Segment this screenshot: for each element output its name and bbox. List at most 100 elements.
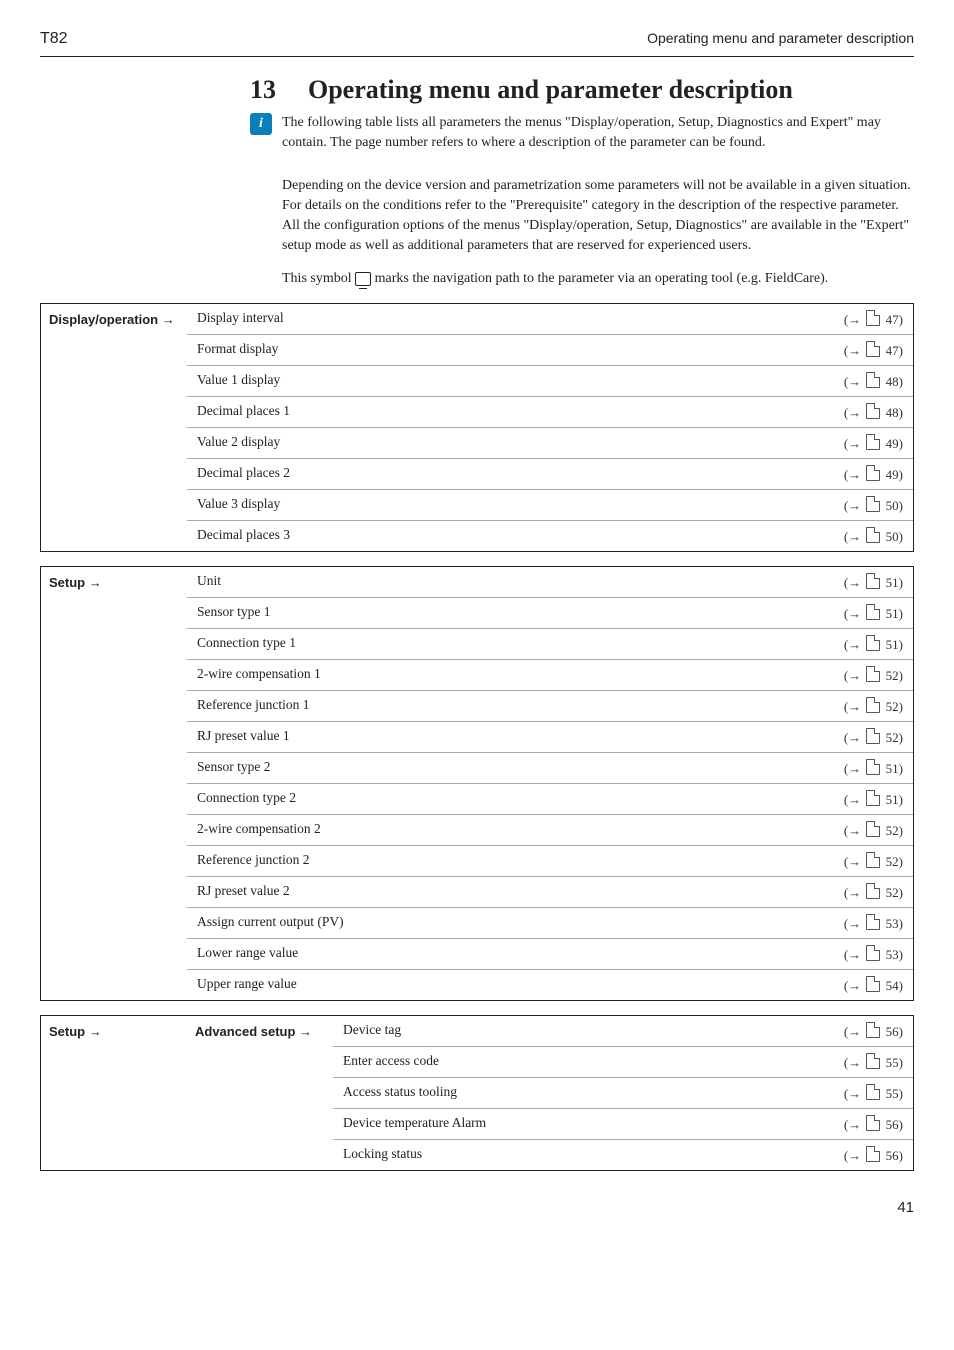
parameter-row: Value 3 display (→ 50) (187, 490, 913, 521)
parameter-name: Lower range value (197, 945, 298, 963)
parameter-row: Assign current output (PV) (→ 53) (187, 908, 913, 939)
page-ref: (→ 55) (844, 1084, 903, 1102)
parameter-name: Upper range value (197, 976, 297, 994)
parameter-name: Format display (197, 341, 278, 359)
page-icon (866, 604, 880, 620)
parameter-row: Display interval (→ 47) (187, 304, 913, 335)
intro-p1: The following table lists all parameters… (282, 113, 914, 154)
page-icon (866, 527, 880, 543)
page-ref: (→ 52) (844, 697, 903, 715)
page-ref: (→ 52) (844, 821, 903, 839)
page-icon (866, 1115, 880, 1131)
page-icon (866, 728, 880, 744)
parameter-name: Connection type 1 (197, 635, 296, 653)
page-icon (866, 883, 880, 899)
page-ref: (→ 52) (844, 852, 903, 870)
chapter-heading: 13 Operating menu and parameter descripti… (250, 75, 914, 105)
parameter-name: Decimal places 2 (197, 465, 290, 483)
parameter-row: RJ preset value 1 (→ 52) (187, 722, 913, 753)
parameter-name: Sensor type 2 (197, 759, 271, 777)
parameter-name: Device temperature Alarm (343, 1115, 486, 1133)
parameter-row: Device tag(→ 56) (333, 1016, 913, 1047)
parameter-row: Format display (→ 47) (187, 335, 913, 366)
menu-table: Setup →Unit(→ 51)Sensor type 1(→ 51)Conn… (40, 566, 914, 1001)
page-icon (866, 1022, 880, 1038)
parameter-name: Assign current output (PV) (197, 914, 344, 932)
page-ref: (→ 47) (844, 341, 903, 359)
page-icon (866, 573, 880, 589)
page-ref: (→ 52) (844, 883, 903, 901)
page-ref: (→ 47) (844, 310, 903, 328)
intro-p3: This symbol marks the navigation path to… (250, 269, 914, 289)
page-icon (866, 790, 880, 806)
menu-category: Display/operation → (41, 304, 187, 551)
page-icon (866, 310, 880, 326)
page-icon (866, 496, 880, 512)
parameter-name: Device tag (343, 1022, 401, 1040)
parameter-row: Decimal places 3 (→ 50) (187, 521, 913, 551)
parameter-row: Device temperature Alarm (→ 56) (333, 1109, 913, 1140)
parameter-name: Reference junction 1 (197, 697, 309, 715)
page-icon (866, 666, 880, 682)
page-icon (866, 635, 880, 651)
parameter-name: Decimal places 1 (197, 403, 290, 421)
parameter-row: Value 1 display (→ 48) (187, 366, 913, 397)
parameter-name: Display interval (197, 310, 284, 328)
menu-subcategory: Advanced setup → (187, 1016, 333, 1170)
page-ref: (→ 50) (844, 496, 903, 514)
menu-table: Setup →Advanced setup →Device tag(→ 56)E… (40, 1015, 914, 1171)
parameter-name: Value 3 display (197, 496, 280, 514)
parameter-row: Connection type 2(→ 51) (187, 784, 913, 815)
page-ref: (→ 53) (844, 945, 903, 963)
parameter-row: Enter access code(→ 55) (333, 1047, 913, 1078)
parameter-name: Decimal places 3 (197, 527, 290, 545)
page-icon (866, 341, 880, 357)
parameter-row: Decimal places 1 (→ 48) (187, 397, 913, 428)
parameter-row: RJ preset value 2(→ 52) (187, 877, 913, 908)
parameter-row: Upper range value (→ 54) (187, 970, 913, 1000)
parameter-name: Access status tooling (343, 1084, 457, 1102)
page-ref: (→ 56) (844, 1146, 903, 1164)
parameter-name: RJ preset value 1 (197, 728, 290, 746)
page-icon (866, 1084, 880, 1100)
parameter-name: Value 2 display (197, 434, 280, 452)
parameter-row: 2-wire compensation 2(→ 52) (187, 815, 913, 846)
chapter-number: 13 (250, 75, 276, 104)
page-ref: (→ 50) (844, 527, 903, 545)
page-icon (866, 403, 880, 419)
parameter-row: Sensor type 2(→ 51) (187, 753, 913, 784)
page-icon (866, 852, 880, 868)
page-icon (866, 372, 880, 388)
parameter-row: Value 2 display(→ 49) (187, 428, 913, 459)
page-ref: (→ 48) (844, 372, 903, 390)
page-icon (866, 976, 880, 992)
doc-id: T82 (40, 30, 68, 48)
parameter-row: Reference junction 1 (→ 52) (187, 691, 913, 722)
parameter-row: Connection type 1(→ 51) (187, 629, 913, 660)
monitor-icon (355, 272, 371, 286)
parameter-name: Reference junction 2 (197, 852, 309, 870)
page-icon (866, 1146, 880, 1162)
parameter-row: Lower range value (→ 53) (187, 939, 913, 970)
parameter-name: 2-wire compensation 1 (197, 666, 321, 684)
page-ref: (→ 53) (844, 914, 903, 932)
page-icon (866, 434, 880, 450)
page-ref: (→ 52) (844, 728, 903, 746)
page-icon (866, 821, 880, 837)
menu-category: Setup → (41, 1016, 187, 1170)
parameter-name: Unit (197, 573, 221, 591)
page-ref: (→ 54) (844, 976, 903, 994)
parameter-name: Value 1 display (197, 372, 280, 390)
chapter-title: Operating menu and parameter description (308, 75, 793, 104)
page-icon (866, 1053, 880, 1069)
page-icon (866, 697, 880, 713)
page-icon (866, 914, 880, 930)
page-ref: (→ 48) (844, 403, 903, 421)
parameter-row: Sensor type 1 (→ 51) (187, 598, 913, 629)
menu-table: Display/operation → Display interval (→ 47… (40, 303, 914, 552)
page-ref: (→ 56) (844, 1115, 903, 1133)
parameter-row: Locking status(→ 56) (333, 1140, 913, 1170)
page-ref: (→ 51) (844, 604, 903, 622)
header-section: Operating menu and parameter description (647, 30, 914, 46)
parameter-name: Sensor type 1 (197, 604, 271, 622)
